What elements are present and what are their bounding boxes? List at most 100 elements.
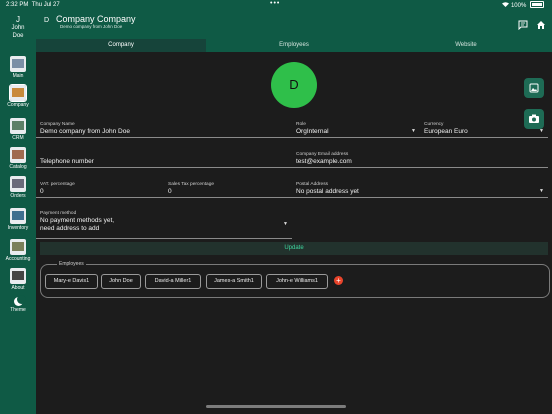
vat-field[interactable]: VAT. percentage 0: [36, 182, 164, 198]
sidebar-item-label: Inventory: [7, 225, 29, 231]
role-label: Role: [296, 122, 306, 127]
app-header: D Company Company Demo company from John…: [36, 10, 552, 39]
divider: [292, 197, 548, 198]
employee-chip[interactable]: John-e Williams1: [266, 274, 328, 289]
vat-value: 0: [40, 188, 44, 195]
email-label: Company Email address: [296, 152, 349, 157]
employees-box: Employees Mary-e Davis1 John Doe David-a…: [40, 261, 550, 298]
role-value: OrgInternal: [296, 128, 329, 135]
chevron-down-icon: ▼: [411, 128, 416, 134]
sidebar: J John Doe Main Company CRM Catalog Orde…: [0, 10, 36, 414]
wifi-icon: [501, 2, 509, 9]
sidebar-item-main[interactable]: Main: [0, 56, 36, 79]
divider: [292, 137, 420, 138]
battery-percent: 100%: [510, 3, 527, 10]
chat-icon[interactable]: [518, 17, 528, 31]
divider: [36, 167, 292, 168]
add-employee-button[interactable]: +: [334, 276, 343, 285]
tab-website[interactable]: Website: [380, 39, 552, 52]
user-first-name: John: [11, 25, 25, 31]
telephone-field[interactable]: Telephone number: [36, 152, 292, 168]
sidebar-item-label: Orders: [10, 193, 26, 199]
divider: [36, 197, 164, 198]
sales-tax-field[interactable]: Sales Tax percentage 0: [164, 182, 292, 198]
user-profile[interactable]: J John Doe: [0, 16, 36, 40]
employees-legend: Employees: [57, 261, 86, 267]
chevron-down-icon: ▼: [283, 221, 288, 227]
payment-method-line2: need address to add: [40, 225, 100, 232]
status-right: 100%: [501, 1, 544, 10]
company-form: D Company Name Demo company from John Do…: [36, 52, 552, 414]
telephone-placeholder: Telephone number: [40, 158, 94, 165]
postal-address-label: Postal Address: [296, 182, 328, 187]
employee-chip[interactable]: David-a Miller1: [145, 274, 201, 289]
main-icon: [10, 56, 26, 72]
theme-toggle[interactable]: Theme: [0, 295, 36, 313]
tab-bar: Company Employees Website: [36, 39, 552, 53]
header-avatar[interactable]: D: [44, 17, 49, 24]
currency-value: European Euro: [424, 128, 468, 135]
payment-method-select[interactable]: Payment method No payment methods yet, n…: [36, 211, 292, 239]
company-name-field[interactable]: Company Name Demo company from John Doe: [36, 122, 292, 138]
sidebar-item-catalog[interactable]: Catalog: [0, 147, 36, 170]
company-name-label: Company Name: [40, 122, 75, 127]
status-bar: 2:32 PM Thu Jul 27 ••• 100%: [0, 0, 552, 10]
currency-label: Currency: [424, 122, 444, 127]
user-initial: J: [16, 15, 20, 24]
user-last-name: Doe: [12, 33, 24, 39]
status-time: 2:32 PM Thu Jul 27: [6, 2, 60, 8]
sidebar-item-crm[interactable]: CRM: [0, 118, 36, 141]
catalog-icon: [10, 147, 26, 163]
postal-address-value: No postal address yet: [296, 188, 359, 195]
divider: [164, 197, 292, 198]
sidebar-item-label: About: [11, 285, 25, 291]
accounting-icon: [10, 239, 26, 255]
company-name-value: Demo company from John Doe: [40, 128, 130, 135]
employee-chip[interactable]: John Doe: [101, 274, 141, 289]
update-button[interactable]: Update: [40, 242, 548, 255]
employee-chip[interactable]: James-a Smith1: [206, 274, 262, 289]
sidebar-item-label: Catalog: [9, 164, 27, 170]
sidebar-item-label: CRM: [12, 135, 24, 141]
home-indicator[interactable]: [206, 405, 346, 408]
gallery-button[interactable]: [524, 78, 544, 98]
postal-address-select[interactable]: Postal Address No postal address yet ▼: [292, 182, 548, 198]
inventory-icon: [10, 208, 26, 224]
home-icon[interactable]: [536, 17, 546, 29]
role-select[interactable]: Role OrgInternal ▼: [292, 122, 420, 138]
divider: [420, 137, 548, 138]
about-icon: [10, 268, 26, 284]
divider: [36, 137, 292, 138]
crm-icon: [10, 118, 26, 134]
sidebar-item-label: Main: [12, 73, 24, 79]
sidebar-item-about[interactable]: About: [0, 268, 36, 291]
sidebar-item-company[interactable]: Company: [0, 84, 36, 108]
employee-chip[interactable]: Mary-e Davis1: [45, 274, 98, 289]
email-field[interactable]: Company Email address test@example.com: [292, 152, 548, 168]
page-subtitle: Demo company from John Doe: [60, 24, 123, 29]
page-title: Company Company: [56, 14, 136, 24]
theme-label: Theme: [10, 307, 26, 313]
chevron-down-icon: ▼: [539, 188, 544, 194]
payment-method-line1: No payment methods yet,: [40, 217, 115, 224]
sidebar-item-inventory[interactable]: Inventory: [0, 208, 36, 231]
divider: [36, 238, 292, 239]
multitasking-dots[interactable]: •••: [270, 0, 280, 7]
sidebar-item-orders[interactable]: Orders: [0, 176, 36, 199]
vat-label: VAT. percentage: [40, 182, 75, 187]
company-avatar[interactable]: D: [271, 62, 317, 108]
sidebar-item-accounting[interactable]: Accounting: [0, 239, 36, 262]
sidebar-item-label: Company: [7, 102, 29, 108]
email-value: test@example.com: [296, 158, 352, 165]
payment-method-label: Payment method: [40, 211, 77, 216]
currency-select[interactable]: Currency European Euro ▼: [420, 122, 548, 138]
orders-icon: [10, 176, 26, 192]
tab-employees[interactable]: Employees: [208, 39, 380, 52]
sales-tax-value: 0: [168, 188, 172, 195]
divider: [292, 167, 548, 168]
sales-tax-label: Sales Tax percentage: [168, 182, 215, 187]
tab-company[interactable]: Company: [36, 39, 206, 53]
moon-icon: [13, 295, 26, 306]
battery-icon: [530, 1, 544, 8]
chevron-down-icon: ▼: [539, 128, 544, 134]
